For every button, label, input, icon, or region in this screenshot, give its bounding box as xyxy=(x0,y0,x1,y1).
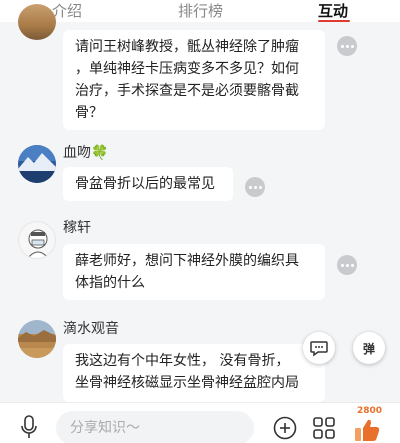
message-text-line: 治疗，手术探查是不是必须要髂骨截 xyxy=(75,83,299,99)
username: 滴水观音 xyxy=(63,321,119,337)
message-text-line: 坐骨神经核磁显示坐骨神经盆腔内局 xyxy=(75,375,299,391)
message-bubble[interactable]: 我这边有个中年女性， 没有骨折， 坐骨神经核磁显示坐骨神经盆腔内局 xyxy=(63,344,325,402)
more-options-icon[interactable] xyxy=(337,255,357,275)
message-bubble[interactable]: 请问王树峰教授，骶丛神经除了肿瘤 ，单纯神经卡压病变多不多见？如何 治疗，手术探… xyxy=(63,30,325,130)
bottom-bar: 分享知识～ xyxy=(0,402,400,443)
like-count-badge: 2800 xyxy=(357,406,383,416)
more-options-icon[interactable] xyxy=(337,36,357,56)
grid-menu-icon[interactable] xyxy=(311,415,337,441)
tab-intro[interactable]: 介绍 xyxy=(52,0,82,22)
microphone-icon[interactable] xyxy=(16,413,42,441)
comment-bubble-icon xyxy=(310,341,328,357)
message-bubble[interactable]: 骨盆骨折以后的最常见 xyxy=(63,167,233,201)
username: 稼轩 xyxy=(63,220,91,236)
message-text-line: 薛老师好，想问下神经外膜的编织具 xyxy=(75,253,299,269)
more-options-icon[interactable] xyxy=(245,177,265,197)
message-text-line: 体指的什么 xyxy=(75,275,145,291)
desert-landscape-avatar[interactable] xyxy=(18,320,56,358)
comment-float-button[interactable] xyxy=(303,332,335,364)
message-text-line: 我这边有个中年女性， 没有骨折， xyxy=(75,353,290,369)
username: 血吻🍀 xyxy=(63,145,109,161)
mountain-lake-avatar[interactable] xyxy=(18,145,56,183)
tab-bar: 介绍 排行榜 互动 xyxy=(0,0,400,22)
danmu-label: 弹 xyxy=(362,341,375,356)
message-bubble[interactable]: 薛老师好，想问下神经外膜的编织具 体指的什么 xyxy=(63,244,325,300)
share-knowledge-input[interactable]: 分享知识～ xyxy=(56,411,254,443)
tab-interaction[interactable]: 互动 xyxy=(318,0,348,22)
tab-ranking[interactable]: 排行榜 xyxy=(178,0,223,22)
message-text-line: ，单纯神经卡压病变多不多见？如何 xyxy=(75,61,299,77)
message-text-line: 骨盆骨折以后的最常见 xyxy=(75,176,215,192)
message-text-line: 骨？ xyxy=(75,105,103,121)
danmu-toggle-button[interactable]: 弹 xyxy=(353,332,385,364)
cartoon-doctor-avatar[interactable] xyxy=(18,221,56,259)
landscape-avatar[interactable] xyxy=(18,4,56,40)
thumbs-up-icon[interactable] xyxy=(352,417,382,443)
message-text-line: 请问王树峰教授，骶丛神经除了肿瘤 xyxy=(75,39,299,55)
active-tab-indicator xyxy=(318,20,350,22)
add-icon[interactable] xyxy=(272,415,298,441)
